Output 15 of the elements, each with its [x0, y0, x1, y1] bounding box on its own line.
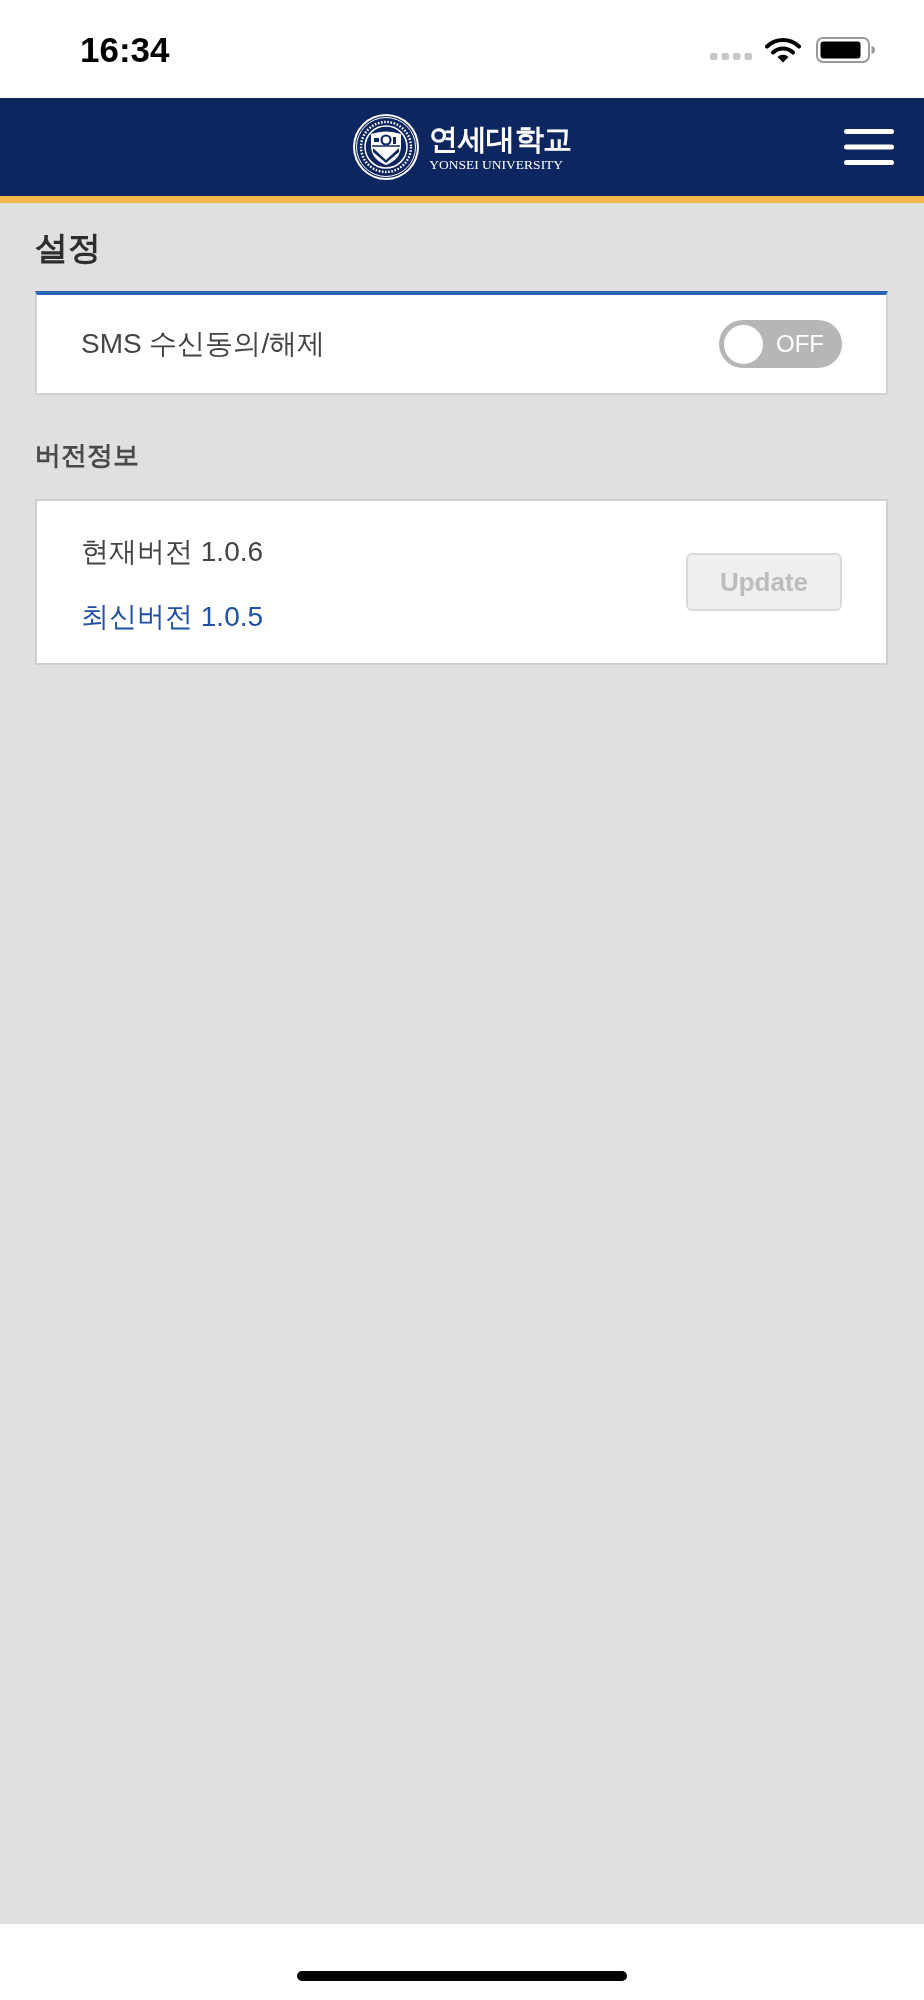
section-title: 버전정보 — [35, 439, 139, 472]
signal-icon — [710, 52, 752, 60]
setting-label: SMS 수신동의/해제 — [81, 327, 326, 361]
toggle-knob — [724, 324, 763, 364]
latest-version: 최신버전 1.0.5 — [81, 599, 264, 634]
menu-icon[interactable] — [844, 129, 894, 165]
seal-emblem-icon — [352, 113, 421, 181]
battery-icon — [816, 37, 875, 63]
page-title: 설정 — [35, 228, 101, 268]
logo-subtitle: YONSEI UNIVERSITY — [429, 156, 564, 173]
wifi-icon — [765, 37, 801, 63]
sms-toggle[interactable]: OFF — [719, 320, 842, 368]
logo-title: 연세대학교 — [429, 121, 572, 156]
current-version: 현재버전 1.0.6 — [81, 534, 264, 569]
status-time: 16:34 — [80, 30, 170, 70]
